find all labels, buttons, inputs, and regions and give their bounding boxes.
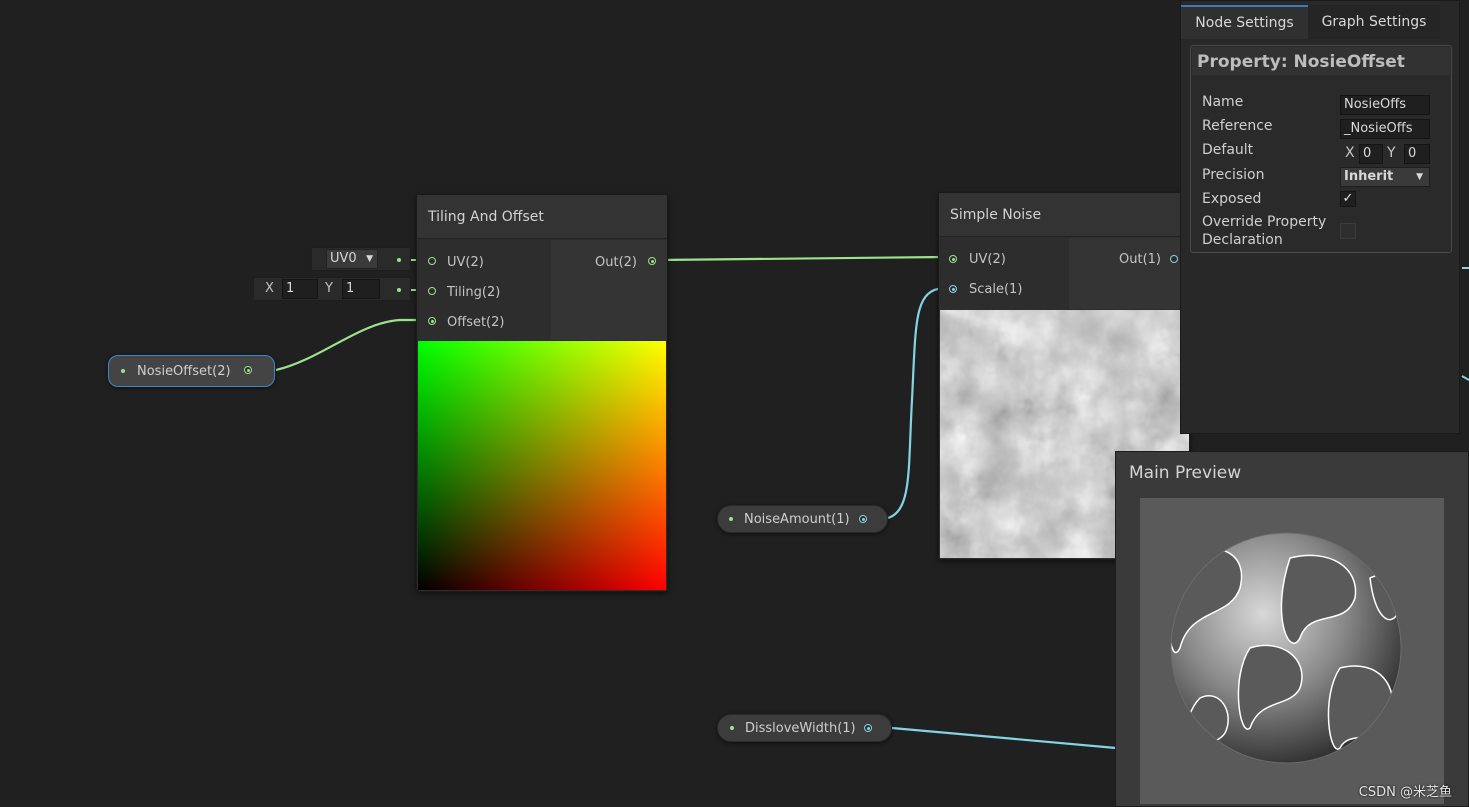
uv-gradient-preview <box>418 341 666 590</box>
property-dot <box>730 726 734 730</box>
default-y-field[interactable]: 0 <box>1404 144 1430 164</box>
graph-inspector-panel[interactable]: Node Settings Graph Settings Property: N… <box>1180 0 1460 434</box>
dissolve-sphere-render <box>1170 532 1402 764</box>
default-x-label: X <box>1345 145 1355 161</box>
default-y-label: Y <box>1387 145 1396 161</box>
nosieoffset-property-node[interactable]: NosieOffset(2) <box>108 355 275 387</box>
out-output-label: Out(2) <box>595 255 637 270</box>
reference-label: Reference <box>1202 118 1273 134</box>
edge-offscreen-2 <box>1461 375 1469 381</box>
scale-input-label: Scale(1) <box>969 282 1023 297</box>
node-title: Simple Noise <box>939 193 1189 237</box>
tiling-input-port[interactable] <box>428 287 436 295</box>
override-label: Override Property <box>1202 214 1327 230</box>
edge-nosieoffset-to-offset <box>275 318 424 372</box>
tiling-slot: X 1 Y 1 <box>253 277 411 301</box>
exposed-label: Exposed <box>1202 191 1262 207</box>
offset-input-port[interactable] <box>428 317 436 325</box>
main-preview-window[interactable]: Main Preview CSDN @米芝鱼 <box>1115 451 1469 807</box>
tab-graph-settings[interactable]: Graph Settings <box>1308 5 1440 39</box>
node-title: Tiling And Offset <box>417 195 667 239</box>
tiling-and-offset-node[interactable]: Tiling And Offset UV(2) Tiling(2) Offset… <box>416 194 668 592</box>
property-output-port[interactable] <box>859 515 867 523</box>
out-output-port[interactable] <box>648 257 656 265</box>
tiling-x-label: X <box>265 281 274 296</box>
property-label: NosieOffset(2) <box>137 364 231 379</box>
name-label: Name <box>1202 94 1244 110</box>
noiseamount-property-node[interactable]: NoiseAmount(1) <box>717 505 888 533</box>
property-header: Property: NosieOffset <box>1197 52 1405 72</box>
tiling-input-label: Tiling(2) <box>447 285 501 300</box>
out-output-port[interactable] <box>1170 255 1178 263</box>
tiling-slot-dot <box>397 288 401 292</box>
uv-input-port[interactable] <box>949 255 957 263</box>
scale-input-port[interactable] <box>949 285 957 293</box>
uv-channel-slot: UV0 ▼ <box>311 247 411 271</box>
uv-input-label: UV(2) <box>447 255 484 270</box>
default-label: Default <box>1202 142 1254 158</box>
watermark: CSDN @米芝鱼 <box>1358 785 1452 800</box>
property-output-port[interactable] <box>864 724 872 732</box>
uv-slot-dot <box>397 258 401 262</box>
check-icon: ✓ <box>1342 191 1354 206</box>
chevron-down-icon: ▼ <box>366 254 373 264</box>
property-header-bar: Property: NosieOffset <box>1192 47 1450 75</box>
property-output-port[interactable] <box>244 366 252 374</box>
precision-value: Inherit <box>1344 169 1394 184</box>
uv-channel-value: UV0 <box>330 251 357 266</box>
property-label: NoiseAmount(1) <box>744 512 850 527</box>
out-output-label: Out(1) <box>1119 252 1161 267</box>
tab-node-settings[interactable]: Node Settings <box>1181 5 1308 39</box>
main-preview-title: Main Preview <box>1129 463 1242 483</box>
name-field[interactable]: NosieOffs <box>1340 95 1430 115</box>
dissolvewidth-property-node[interactable]: DissloveWidth(1) <box>717 714 892 742</box>
override-label-line2: Declaration <box>1202 232 1283 248</box>
property-label: DissloveWidth(1) <box>745 721 856 736</box>
uv-channel-dropdown[interactable]: UV0 ▼ <box>326 249 378 269</box>
precision-label: Precision <box>1202 167 1265 183</box>
override-checkbox[interactable] <box>1340 223 1356 239</box>
precision-dropdown[interactable]: Inherit ▼ <box>1340 167 1430 187</box>
tiling-x-field[interactable]: 1 <box>282 279 318 299</box>
tiling-y-field[interactable]: 1 <box>342 279 380 299</box>
default-x-field[interactable]: 0 <box>1359 144 1383 164</box>
main-preview-viewport[interactable] <box>1140 498 1444 804</box>
tiling-y-label: Y <box>325 281 333 296</box>
edge-tiling-out-to-noise-uv <box>658 255 945 262</box>
edge-dissolvewidth-to-master <box>891 726 1117 750</box>
output-section <box>1069 238 1189 309</box>
chevron-down-icon: ▼ <box>1416 172 1423 182</box>
uv-input-label: UV(2) <box>969 252 1006 267</box>
edge-noiseamount-to-scale <box>887 286 945 520</box>
reference-field[interactable]: _NosieOffs <box>1340 119 1430 139</box>
uv-input-port[interactable] <box>428 257 436 265</box>
property-dot <box>729 517 733 521</box>
exposed-checkbox[interactable]: ✓ <box>1340 191 1356 207</box>
offset-input-label: Offset(2) <box>447 315 505 330</box>
property-dot <box>121 369 125 373</box>
